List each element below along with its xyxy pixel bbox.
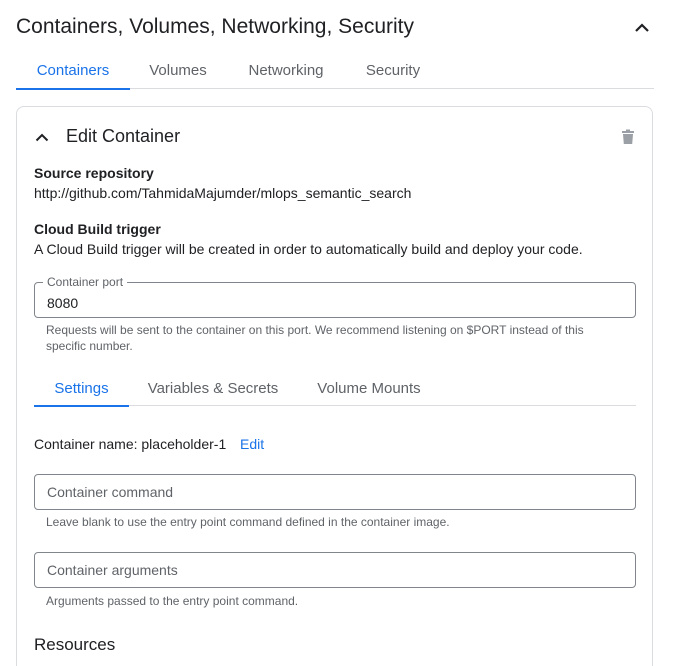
container-command-helper: Leave blank to use the entry point comma… [46, 515, 450, 529]
edit-name-link[interactable]: Edit [240, 436, 264, 452]
tab-security[interactable]: Security [350, 52, 436, 89]
container-arguments-input[interactable] [35, 553, 635, 587]
tab-settings[interactable]: Settings [34, 371, 129, 407]
chevron-up-icon [35, 133, 49, 141]
tab-volume-mounts[interactable]: Volume Mounts [306, 371, 432, 406]
trigger-label: Cloud Build trigger [34, 221, 161, 237]
container-port-field: Container port [34, 275, 636, 318]
container-arguments-helper: Arguments passed to the entry point comm… [46, 594, 299, 608]
section-title: Containers, Volumes, Networking, Securit… [16, 15, 415, 38]
tab-containers[interactable]: Containers [16, 52, 130, 90]
resources-heading: Resources [34, 635, 116, 654]
containers-section: Containers, Volumes, Networking, Securit… [0, 0, 679, 666]
tab-volumes[interactable]: Volumes [134, 52, 222, 89]
card-collapse-button[interactable] [29, 126, 55, 148]
source-repo-value: http://github.com/TahmidaMajumder/mlops_… [34, 185, 412, 201]
container-command-field [34, 474, 636, 510]
card-title: Edit Container [66, 126, 181, 146]
container-command-input[interactable] [35, 475, 635, 509]
container-name: Container name: placeholder-1 [34, 436, 227, 452]
container-arguments-field [34, 552, 636, 588]
source-repo-label: Source repository [34, 165, 154, 181]
trigger-text: A Cloud Build trigger will be created in… [34, 241, 583, 257]
container-port-input[interactable] [35, 283, 635, 317]
container-port-helper: Requests will be sent to the container o… [46, 323, 584, 353]
container-tabs: Settings Variables & Secrets Volume Moun… [34, 371, 636, 407]
chevron-up-icon [635, 23, 649, 32]
delete-container-button[interactable] [618, 127, 638, 147]
tab-variables-secrets[interactable]: Variables & Secrets [138, 371, 288, 406]
tab-networking[interactable]: Networking [230, 52, 342, 89]
edit-container-card: Edit Container Source repository http://… [16, 106, 653, 666]
trash-icon [622, 129, 634, 144]
section-tabs: Containers Volumes Networking Security [16, 52, 654, 90]
section-collapse-button[interactable] [628, 16, 656, 40]
